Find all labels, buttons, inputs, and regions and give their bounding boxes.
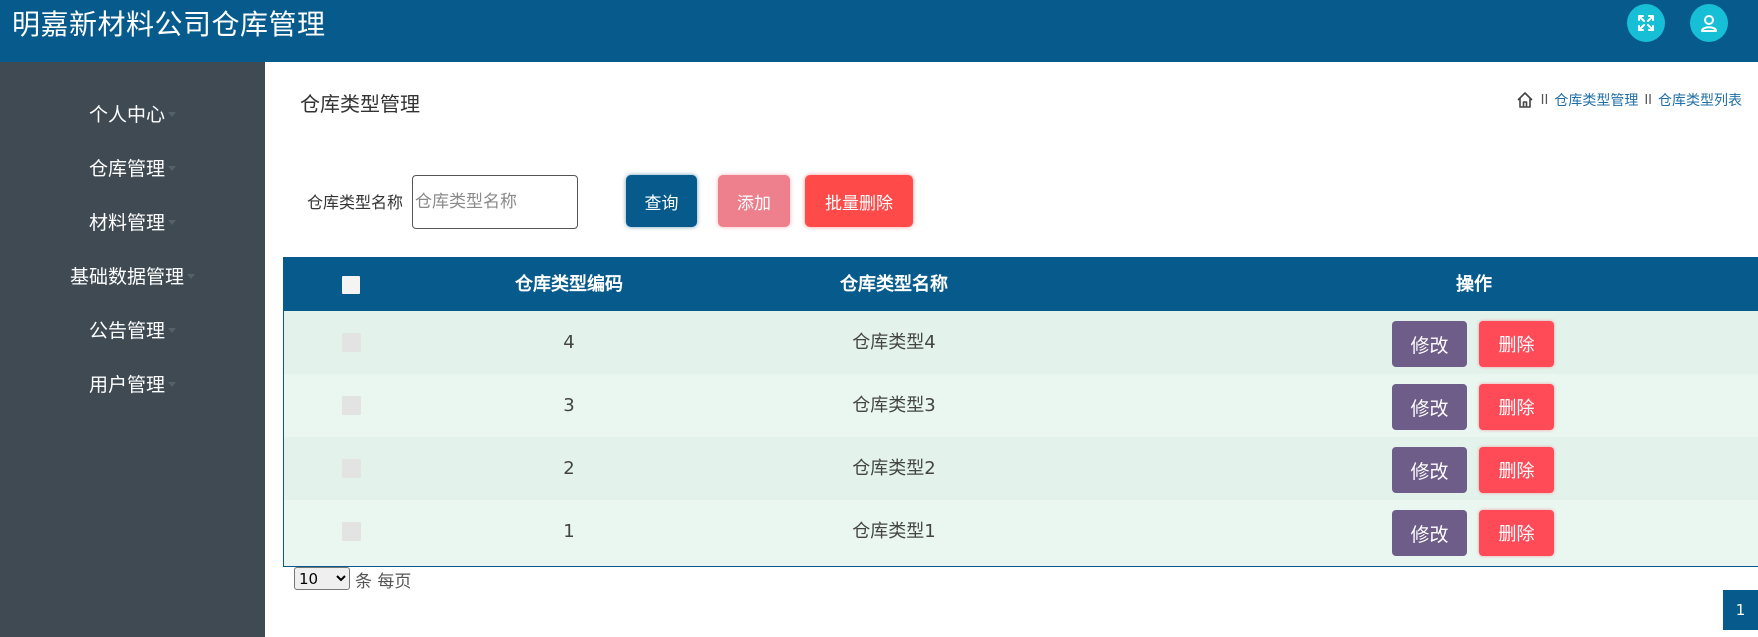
chevron-down-icon	[168, 111, 176, 117]
row-checkbox[interactable]	[342, 459, 361, 478]
breadcrumb-item[interactable]: 仓库类型列表	[1658, 90, 1742, 110]
cell-code: 3	[563, 395, 575, 416]
app-title: 明嘉新材料公司仓库管理	[12, 8, 326, 41]
select-all-checkbox[interactable]	[342, 276, 360, 294]
table-header: 仓库类型编码 仓库类型名称 操作	[284, 258, 1758, 311]
cell-name: 仓库类型1	[852, 521, 936, 542]
sidebar-item-users[interactable]: 用户管理	[0, 365, 265, 401]
main-content: 仓库类型管理 II 仓库类型管理 II 仓库类型列表 仓库类型名称 查询 添加 …	[265, 62, 1758, 637]
table-row: 1 仓库类型1 修改 删除	[284, 500, 1758, 563]
bulk-delete-button[interactable]: 批量删除	[805, 175, 913, 227]
sidebar-item-materials[interactable]: 材料管理	[0, 203, 265, 239]
delete-button[interactable]: 删除	[1479, 510, 1554, 556]
edit-button[interactable]: 修改	[1392, 447, 1467, 493]
chevron-down-icon	[168, 165, 176, 171]
delete-button[interactable]: 删除	[1479, 321, 1554, 367]
search-input[interactable]	[412, 175, 578, 229]
chevron-down-icon	[168, 219, 176, 225]
breadcrumb-separator: II	[1540, 92, 1549, 108]
edit-button[interactable]: 修改	[1392, 510, 1467, 556]
data-table: 仓库类型编码 仓库类型名称 操作 4 仓库类型4 修改 删除 3 仓库类型3 修…	[283, 257, 1758, 567]
cell-code: 4	[563, 332, 575, 353]
chevron-down-icon	[168, 381, 176, 387]
sidebar-item-label: 基础数据管理	[69, 265, 184, 288]
breadcrumb: II 仓库类型管理 II 仓库类型列表	[1515, 90, 1742, 110]
sidebar-item-label: 用户管理	[88, 373, 165, 396]
cell-name: 仓库类型4	[852, 332, 936, 353]
column-header-actions: 操作	[1456, 274, 1492, 295]
top-header: 明嘉新材料公司仓库管理	[0, 0, 1758, 62]
sidebar-item-announcements[interactable]: 公告管理	[0, 311, 265, 347]
page-title: 仓库类型管理	[300, 92, 420, 116]
chevron-down-icon	[187, 273, 195, 279]
table-row: 4 仓库类型4 修改 删除	[284, 311, 1758, 374]
sidebar-item-label: 个人中心	[88, 103, 165, 126]
breadcrumb-item[interactable]: 仓库类型管理	[1554, 90, 1638, 110]
delete-button[interactable]: 删除	[1479, 384, 1554, 430]
table-row: 3 仓库类型3 修改 删除	[284, 374, 1758, 437]
user-icon[interactable]	[1690, 4, 1728, 42]
add-button[interactable]: 添加	[718, 175, 790, 227]
sidebar-item-label: 公告管理	[88, 319, 165, 342]
query-button[interactable]: 查询	[626, 175, 697, 227]
search-label: 仓库类型名称	[307, 193, 404, 212]
sidebar-item-basic-data[interactable]: 基础数据管理	[0, 257, 265, 293]
row-checkbox[interactable]	[342, 522, 361, 541]
sidebar: 个人中心 仓库管理 材料管理 基础数据管理 公告管理 用户管理	[0, 62, 265, 637]
cell-name: 仓库类型3	[852, 395, 936, 416]
delete-button[interactable]: 删除	[1479, 447, 1554, 493]
cell-code: 2	[563, 458, 575, 479]
edit-button[interactable]: 修改	[1392, 384, 1467, 430]
cell-code: 1	[563, 521, 575, 542]
home-icon[interactable]	[1515, 90, 1535, 110]
page-size-select[interactable]: 10	[294, 567, 350, 590]
cell-name: 仓库类型2	[852, 458, 936, 479]
chevron-down-icon	[168, 327, 176, 333]
breadcrumb-separator: II	[1644, 92, 1652, 108]
edit-button[interactable]: 修改	[1392, 321, 1467, 367]
sidebar-item-label: 仓库管理	[88, 157, 165, 180]
page-size-label: 条 每页	[355, 572, 412, 592]
sidebar-item-personal-center[interactable]: 个人中心	[0, 95, 265, 131]
table-row: 2 仓库类型2 修改 删除	[284, 437, 1758, 500]
row-checkbox[interactable]	[342, 333, 361, 352]
page-number-current[interactable]: 1	[1723, 590, 1758, 630]
sidebar-item-label: 材料管理	[88, 211, 165, 234]
column-header-name: 仓库类型名称	[840, 274, 948, 295]
row-checkbox[interactable]	[342, 396, 361, 415]
sidebar-item-warehouse[interactable]: 仓库管理	[0, 149, 265, 185]
column-header-code: 仓库类型编码	[515, 274, 623, 295]
fullscreen-icon[interactable]	[1627, 4, 1665, 42]
